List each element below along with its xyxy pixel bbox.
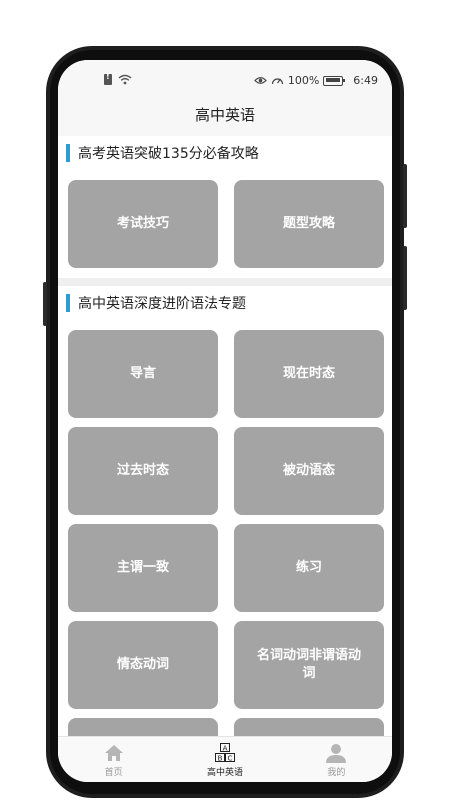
eye-icon [253,77,267,84]
section-title-text: 高考英语突破135分必备攻略 [78,146,259,162]
volume-up-button [403,164,407,228]
tile-label: 被动语态 [282,463,335,478]
tile-introduction[interactable]: 导言 [68,330,218,418]
tile-nouns-verbs-nonfinite[interactable]: 名词动词非谓语动词 [234,621,384,709]
power-button [403,246,407,310]
status-left [104,72,132,85]
nav-label: 首页 [104,768,123,778]
screen: 100% 6:49 高中英语 高考英语突破135分必备攻略 考试技巧 题型攻略 … [58,60,392,782]
tile-question-types[interactable]: 题型攻略 [234,180,384,268]
tile-label: 现在时态 [282,366,335,381]
section-title-exam: 高考英语突破135分必备攻略 [66,143,259,163]
tile-label: 题型攻略 [282,216,335,231]
status-right: 100% 6:49 [253,74,378,87]
battery-icon [323,75,346,86]
tile-exam-tips[interactable]: 考试技巧 [68,180,218,268]
bottom-navigation: 首页 A B C 高中英语 我的 [58,736,392,782]
tile-passive-voice[interactable]: 被动语态 [234,427,384,515]
tile-present-tense[interactable]: 现在时态 [234,330,384,418]
svg-text:C: C [228,754,233,762]
tile-label: 练习 [295,560,322,575]
home-icon [104,745,123,761]
nav-label: 我的 [327,768,346,778]
speedometer-icon [271,78,283,85]
tile-label: 考试技巧 [116,216,169,231]
section-accent-bar [66,144,70,162]
nav-home[interactable]: 首页 [58,737,169,782]
tile-label: 情态动词 [116,657,169,672]
tile-label: 名词动词非谓语动词 [256,648,361,681]
page-title: 高中英语 [58,104,392,136]
nav-high-school-english[interactable]: A B C 高中英语 [169,737,280,782]
tile-past-tense[interactable]: 过去时态 [68,427,218,515]
tile-practice[interactable]: 练习 [234,524,384,612]
clock: 6:49 [353,74,378,87]
tile-label: 导言 [129,366,156,381]
battery-percent: 100% [287,74,320,87]
svg-text:A: A [223,744,228,752]
nav-label: 高中英语 [206,768,243,778]
section-title-grammar: 高中英语深度进阶语法专题 [66,293,246,313]
user-icon [326,744,347,763]
section-accent-bar [66,294,70,312]
wifi-icon [118,74,132,85]
section-title-text: 高中英语深度进阶语法专题 [78,296,246,312]
nav-profile[interactable]: 我的 [281,737,392,782]
tile-modal-verbs[interactable]: 情态动词 [68,621,218,709]
status-bar: 100% 6:49 [58,60,392,104]
sim-alert-icon [104,72,112,85]
side-key [43,282,47,326]
section-divider [58,278,392,286]
tile-subject-verb-agreement[interactable]: 主谓一致 [68,524,218,612]
tile-label: 主谓一致 [116,560,169,575]
svg-text:B: B [218,754,223,762]
abc-blocks-icon: A B C [214,743,235,762]
tile-label: 过去时态 [116,463,169,478]
